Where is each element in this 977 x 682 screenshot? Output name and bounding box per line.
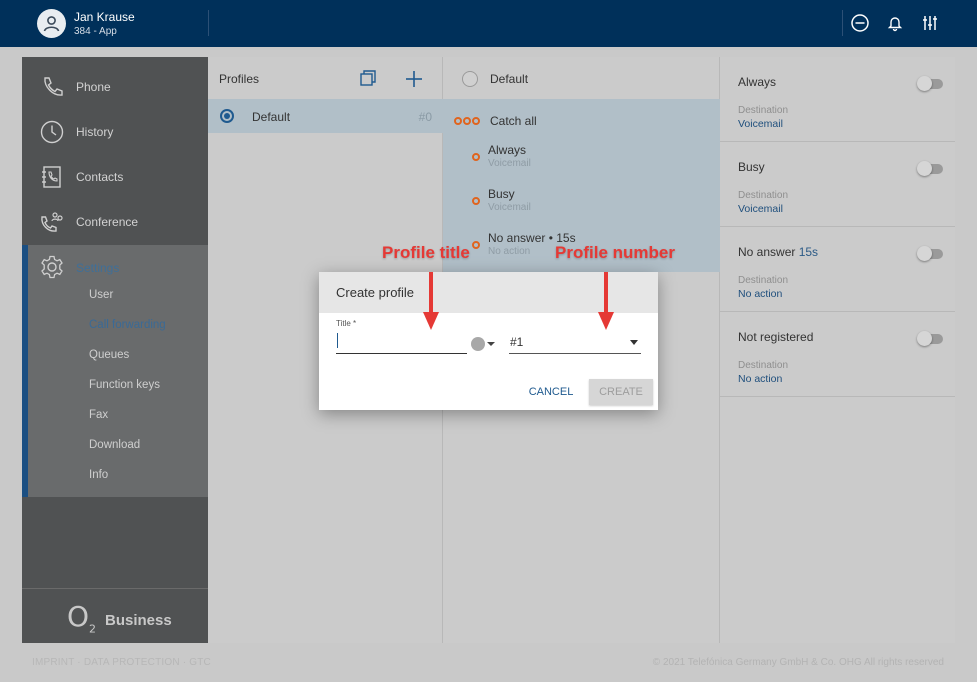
destination-label: Destination [738, 275, 789, 286]
destination-label: Destination [738, 360, 789, 371]
rule-dot-icon [472, 153, 480, 161]
sidebar-item-label: Contacts [76, 170, 124, 184]
conference-phone-icon [39, 209, 65, 235]
gear-icon [39, 254, 65, 285]
sidebar-item-label: Conference [76, 215, 139, 229]
create-button[interactable]: CREATE [589, 379, 653, 405]
color-picker-icon[interactable] [471, 337, 485, 351]
settings-sub-queues[interactable]: Queues [89, 349, 129, 361]
destination-value[interactable]: No action [738, 373, 782, 385]
sidebar-item-contacts[interactable]: Contacts [22, 155, 208, 200]
profiles-title: Profiles [219, 72, 260, 86]
bell-icon[interactable] [885, 13, 905, 33]
sidebar-item-settings[interactable]: Settings [76, 261, 119, 275]
user-avatar-icon[interactable] [37, 9, 66, 38]
catch-all-label: Catch all [490, 114, 537, 128]
settings-sub-info[interactable]: Info [89, 469, 108, 481]
card-title: Always [738, 75, 777, 89]
rule-title[interactable]: Always [488, 143, 526, 157]
destination-label: Destination [738, 105, 789, 116]
copy-icon[interactable] [359, 69, 377, 92]
o2-logo: O2 [67, 600, 97, 636]
selected-profile-name: Default [490, 72, 529, 86]
details-panel: Always Destination Voicemail Busy Destin… [720, 57, 955, 643]
profile-name: Default [252, 110, 291, 124]
sidebar: Phone History Contacts Conference Settin… [22, 57, 208, 643]
contacts-book-icon [39, 164, 65, 190]
card-title: No answer 15s [738, 245, 819, 259]
profile-number-select[interactable]: #1 [509, 332, 641, 354]
sidebar-item-label: Phone [76, 80, 111, 94]
forwarding-card-busy[interactable]: Busy Destination Voicemail [720, 142, 955, 227]
add-profile-icon[interactable] [404, 69, 424, 94]
user-extension: 384 - App [74, 26, 117, 37]
cancel-button[interactable]: CANCEL [520, 379, 582, 405]
forwarding-toggle[interactable] [917, 161, 943, 176]
profile-radio[interactable] [220, 109, 234, 123]
annotation-arrow-icon [423, 272, 439, 330]
title-field-label: Title * [336, 319, 357, 328]
user-name: Jan Krause [74, 10, 135, 24]
phone-icon [39, 74, 65, 100]
catch-all-icon [463, 117, 471, 125]
rule-dot-icon [472, 241, 480, 249]
settings-sub-fax[interactable]: Fax [89, 409, 108, 421]
profile-number-value: #1 [510, 335, 524, 349]
annotation-profile-title: Profile title [382, 243, 470, 262]
clock-icon [39, 119, 65, 145]
rule-title[interactable]: Busy [488, 187, 515, 201]
rule-dot-icon [472, 197, 480, 205]
sidebar-settings-group: Settings User Call forwarding Queues Fun… [22, 245, 208, 497]
settings-sub-call-forwarding[interactable]: Call forwarding [89, 319, 166, 331]
sidebar-item-label: History [76, 125, 114, 139]
destination-value[interactable]: No action [738, 288, 782, 300]
card-title: Not registered [738, 330, 814, 344]
text-caret [337, 333, 338, 348]
header-divider [208, 10, 209, 36]
forwarding-toggle[interactable] [917, 246, 943, 261]
destination-value[interactable]: Voicemail [738, 203, 783, 215]
do-not-disturb-icon[interactable] [850, 13, 870, 33]
profile-number: #0 [418, 110, 432, 124]
sidebar-item-phone[interactable]: Phone [22, 65, 208, 110]
sliders-icon[interactable] [920, 13, 940, 33]
footer-links[interactable]: IMPRINT · DATA PROTECTION · GTC [32, 657, 211, 668]
brand-name: Business [105, 612, 172, 629]
profile-row[interactable]: Default #0 [208, 99, 443, 133]
catch-all-icon [454, 117, 462, 125]
sidebar-item-history[interactable]: History [22, 110, 208, 155]
timeout-value: 15s [798, 245, 819, 259]
destination-value[interactable]: Voicemail [738, 118, 783, 130]
sidebar-item-conference[interactable]: Conference [22, 200, 208, 245]
forwarding-toggle[interactable] [917, 331, 943, 346]
card-title: Busy [738, 160, 765, 174]
forwarding-card-no-answer[interactable]: No answer 15s Destination No action [720, 227, 955, 312]
top-bar: Jan Krause 384 - App [0, 0, 977, 47]
forwarding-card-always[interactable]: Always Destination Voicemail [720, 57, 955, 142]
settings-sub-user[interactable]: User [89, 289, 113, 301]
profile-title-input[interactable] [336, 332, 467, 354]
chevron-down-icon[interactable] [487, 342, 495, 346]
destination-label: Destination [738, 190, 789, 201]
header-divider [842, 10, 843, 36]
chevron-down-icon [630, 340, 638, 345]
dialog-title: Create profile [336, 285, 415, 300]
forwarding-card-not-registered[interactable]: Not registered Destination No action [720, 312, 955, 397]
brand-logo: O2 Business [22, 588, 208, 643]
rule-sub: No action [488, 246, 531, 257]
annotation-profile-number: Profile number [555, 243, 675, 262]
profile-radio-empty[interactable] [462, 71, 478, 87]
settings-sub-download[interactable]: Download [89, 439, 140, 451]
footer-copyright: © 2021 Telefónica Germany GmbH & Co. OHG… [652, 657, 944, 668]
settings-sub-function-keys[interactable]: Function keys [89, 379, 160, 391]
forwarding-toggle[interactable] [917, 76, 943, 91]
rule-sub: Voicemail [488, 202, 531, 213]
rule-sub: Voicemail [488, 158, 531, 169]
annotation-arrow-icon [598, 272, 614, 330]
catch-all-icon [472, 117, 480, 125]
